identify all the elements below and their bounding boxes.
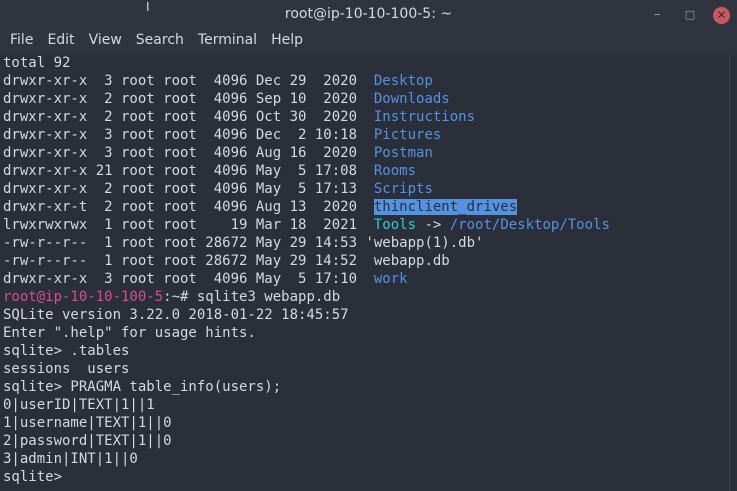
symlink-arrow: -> — [416, 217, 450, 233]
maximize-icon[interactable]: □ — [682, 7, 698, 23]
ls-entry: drwxr-xr-x 2 root root 4096 May 5 17:13 … — [0, 180, 729, 198]
entry-meta: drwxr-xr-x 2 root root 4096 Oct 30 2020 — [3, 109, 374, 125]
menu-help[interactable]: Help — [261, 30, 303, 54]
entry-meta: drwxr-xr-x 3 root root 4096 Aug 16 2020 — [3, 145, 374, 161]
output-line: 0|userID|TEXT|1||1 — [3, 397, 155, 413]
entry-name: Pictures — [373, 127, 442, 143]
entry-meta: drwxr-xr-x 2 root root 4096 Sep 10 2020 — [3, 91, 374, 107]
close-icon[interactable]: ✕ — [713, 7, 730, 24]
ls-entry: -rw-r--r-- 1 root root 28672 May 29 14:5… — [0, 234, 729, 252]
entry-name: 'webapp(1).db' — [365, 235, 484, 251]
output-line: Enter ".help" for usage hints. — [3, 325, 256, 341]
entry-name: Instructions — [373, 109, 476, 125]
menu-bar: File Edit View Search Terminal Help — [0, 30, 737, 54]
entry-meta: -rw-r--r-- 1 root root 28672 May 29 14:5… — [3, 235, 366, 251]
window-title: root@ip-10-10-100-5: ~ — [284, 6, 453, 22]
ls-entry: drwxr-xr-x 3 root root 4096 May 5 17:10 … — [0, 270, 729, 288]
prompt-path: :~# — [163, 289, 197, 305]
ls-entry: drwxr-xr-x 3 root root 4096 Dec 2 10:18 … — [0, 126, 729, 144]
output-line: sessions users — [3, 361, 130, 377]
menu-terminal[interactable]: Terminal — [188, 30, 257, 54]
menu-search[interactable]: Search — [126, 30, 184, 54]
output-line: 1|username|TEXT|1||0 — [3, 415, 172, 431]
entry-meta: drwxr-xr-x 21 root root 4096 May 5 17:08 — [3, 163, 374, 179]
ls-entry: -rw-r--r-- 1 root root 28672 May 29 14:5… — [0, 252, 729, 270]
menu-edit[interactable]: Edit — [37, 30, 74, 54]
entry-meta: drwxr-xr-t 2 root root 4096 Aug 13 2020 — [3, 199, 374, 215]
scrollbar[interactable] — [729, 54, 737, 491]
entry-name: Scripts — [373, 181, 433, 197]
entry-name: Postman — [373, 145, 433, 161]
ls-entry: drwxr-xr-x 3 root root 4096 Aug 16 2020 … — [0, 144, 729, 162]
minimize-icon[interactable]: – — [649, 7, 665, 23]
entry-meta: drwxr-xr-x 3 root root 4096 May 5 17:10 — [3, 271, 374, 287]
entry-meta: -rw-r--r-- 1 root root 28672 May 29 14:5… — [3, 253, 374, 269]
output-line: SQLite version 3.22.0 2018-01-22 18:45:5… — [3, 307, 349, 323]
prompt-user: root@ip-10-10-100-5 — [3, 289, 164, 305]
total-line: total 92 — [3, 55, 71, 71]
output-line: sqlite> PRAGMA table_info(users); — [3, 379, 282, 395]
entry-meta: drwxr-xr-x 3 root root 4096 Dec 2 10:18 — [3, 127, 374, 143]
title-bar[interactable]: I root@ip-10-10-100-5: ~ – □ ✕ — [0, 0, 737, 30]
output-line: sqlite> .tables — [3, 343, 130, 359]
output-line: 3|admin|INT|1||0 — [3, 451, 138, 467]
terminal-window: I root@ip-10-10-100-5: ~ – □ ✕ File Edit… — [0, 0, 737, 491]
entry-meta: lrwxrwxrwx 1 root root 19 Mar 18 2021 — [3, 217, 374, 233]
ls-entry: drwxr-xr-x 2 root root 4096 Sep 10 2020 … — [0, 90, 729, 108]
menu-view[interactable]: View — [79, 30, 122, 54]
output-line: 2|password|TEXT|1||0 — [3, 433, 172, 449]
entry-meta: drwxr-xr-x 2 root root 4096 May 5 17:13 — [3, 181, 374, 197]
entry-name-highlighted: thinclient_drives — [373, 199, 518, 215]
command-text: sqlite3 webapp.db — [196, 289, 341, 305]
terminal-output[interactable]: total 92 drwxr-xr-x 3 root root 4096 Dec… — [0, 54, 729, 491]
entry-name: work — [373, 271, 408, 287]
ls-entry-symlink: lrwxrwxrwx 1 root root 19 Mar 18 2021 To… — [0, 216, 729, 234]
ls-entry: drwxr-xr-x 2 root root 4096 Oct 30 2020 … — [0, 108, 729, 126]
menu-file[interactable]: File — [0, 30, 33, 54]
sqlite-prompt-line[interactable]: sqlite> — [0, 468, 729, 486]
shell-prompt-line: root@ip-10-10-100-5:~# sqlite3 webapp.db — [0, 288, 729, 306]
ls-entry: drwxr-xr-t 2 root root 4096 Aug 13 2020 … — [0, 198, 729, 216]
entry-name: Tools — [373, 217, 417, 233]
entry-meta: drwxr-xr-x 3 root root 4096 Dec 29 2020 — [3, 73, 374, 89]
entry-name: Downloads — [373, 91, 450, 107]
entry-name: Rooms — [373, 163, 417, 179]
entry-name: webapp.db — [373, 253, 450, 269]
ls-entry: drwxr-xr-x 21 root root 4096 May 5 17:08… — [0, 162, 729, 180]
symlink-target: /root/Desktop/Tools — [449, 217, 610, 233]
ls-entry: drwxr-xr-x 3 root root 4096 Dec 29 2020 … — [0, 72, 729, 90]
entry-name: Desktop — [373, 73, 433, 89]
